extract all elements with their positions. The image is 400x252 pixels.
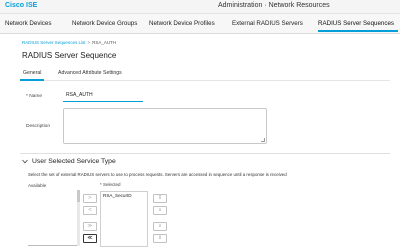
page-title: RADIUS Server Sequence <box>22 51 117 60</box>
selected-list[interactable]: RSA_SecurID <box>100 191 148 247</box>
available-list[interactable] <box>28 245 78 246</box>
move-top-button[interactable]: ⊼ <box>153 194 167 203</box>
tab-network-devices[interactable]: Network Devices <box>5 20 51 27</box>
available-scrollbar[interactable] <box>77 190 80 246</box>
description-label: Description <box>26 124 50 129</box>
subtab-divider <box>20 80 390 81</box>
tab-network-device-groups[interactable]: Network Device Groups <box>72 20 137 27</box>
active-subtab-indicator <box>20 79 44 81</box>
selected-label: * Selected <box>100 182 121 187</box>
description-field[interactable] <box>63 108 267 144</box>
move-left-button[interactable]: < <box>83 206 97 215</box>
section-title[interactable]: User Selected Service Type <box>32 158 116 165</box>
name-field[interactable] <box>63 89 143 102</box>
breadcrumb: RADIUS Server Sequences List > RSA_AUTH <box>22 40 116 45</box>
subtab-advanced-attribute-settings[interactable]: Advanced Attribute Settings <box>58 70 122 76</box>
move-up-button[interactable]: ∧ <box>153 206 167 215</box>
page-context-title: Administration · Network Resources <box>218 2 330 9</box>
tab-network-device-profiles[interactable]: Network Device Profiles <box>149 20 215 27</box>
section-description: Select the set of external RADIUS server… <box>28 172 287 177</box>
breadcrumb-separator: > <box>87 40 91 45</box>
breadcrumb-current: RSA_AUTH <box>92 40 117 45</box>
chevron-down-icon[interactable] <box>22 159 28 166</box>
move-all-left-button[interactable]: ≪ <box>83 234 97 243</box>
list-item[interactable]: RSA_SecurID <box>103 193 132 198</box>
move-bottom-button[interactable]: ⊻ <box>153 234 167 243</box>
available-label: Available <box>28 183 47 188</box>
active-tab-indicator <box>318 30 398 32</box>
breadcrumb-parent-link[interactable]: RADIUS Server Sequences List <box>22 40 86 45</box>
app-logo-text[interactable]: Cisco ISE <box>5 2 37 9</box>
subtab-general[interactable]: General <box>23 70 41 76</box>
move-all-right-button[interactable]: ≫ <box>83 222 97 231</box>
tab-radius-server-sequences[interactable]: RADIUS Server Sequences <box>318 20 394 27</box>
name-label: * Name <box>26 94 42 99</box>
top-bar: Cisco ISE Administration · Network Resou… <box>0 0 400 14</box>
scroll-thumb[interactable] <box>77 190 80 202</box>
move-down-button[interactable]: ∨ <box>153 222 167 231</box>
resize-grip-icon[interactable] <box>261 138 265 142</box>
move-right-button[interactable]: > <box>83 194 97 203</box>
tab-external-radius-servers[interactable]: External RADIUS Servers <box>232 20 303 27</box>
section-divider <box>20 153 390 154</box>
